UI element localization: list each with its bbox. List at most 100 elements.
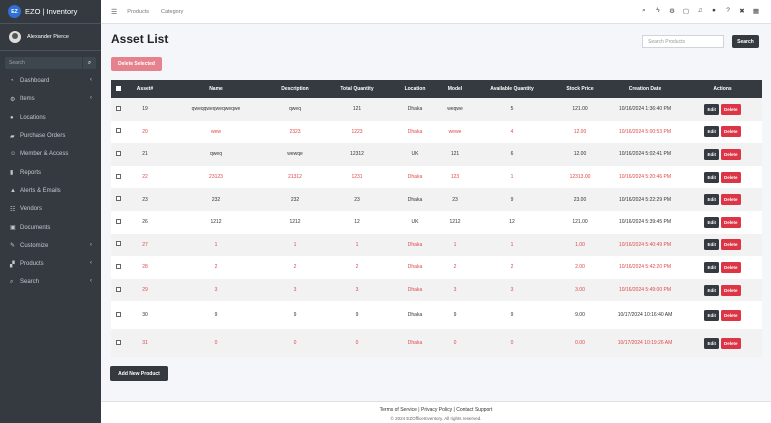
column-header[interactable]: Model — [439, 80, 471, 98]
theme-toggle-icon[interactable]: ● — [707, 7, 721, 15]
column-header[interactable]: Asset# — [125, 80, 165, 98]
row-select-cell — [111, 278, 125, 302]
column-header[interactable]: Total Quantity — [323, 80, 391, 98]
delete-selected-button[interactable]: Delete Selected — [111, 57, 162, 71]
row-checkbox[interactable] — [115, 173, 121, 179]
column-header[interactable]: Location — [391, 80, 439, 98]
row-checkbox[interactable] — [115, 339, 121, 345]
delete-button[interactable]: Delete — [720, 216, 741, 228]
sidebar-item-alerts-emails[interactable]: ▲ Alerts & Emails — [0, 182, 101, 200]
edit-button[interactable]: Edit — [704, 216, 719, 228]
cell-creation-date: 10/17/2024 10:19:26 AM — [607, 329, 683, 358]
row-checkbox[interactable] — [115, 128, 121, 134]
edit-button[interactable]: Edit — [704, 239, 719, 251]
sidebar-search: Search ⌕ — [5, 57, 96, 69]
privacy-link[interactable]: Privacy Policy — [421, 407, 452, 413]
sidebar-item-search[interactable]: ⌕ Search ‹ — [0, 273, 101, 291]
delete-button[interactable]: Delete — [720, 171, 741, 183]
cell-stock-price: 12.00 — [553, 120, 607, 144]
edit-button[interactable]: Edit — [704, 103, 719, 115]
add-new-product-button[interactable]: Add New Product — [110, 366, 168, 381]
edit-button[interactable]: Edit — [704, 171, 719, 183]
terms-link[interactable]: Terms of Service — [380, 407, 417, 413]
help-icon[interactable]: ? — [721, 7, 735, 15]
cell-model: weqwe — [439, 98, 471, 121]
cell-description: 1212 — [267, 210, 323, 234]
sidebar-search-button[interactable]: ⌕ — [82, 57, 96, 69]
search-icon[interactable]: ⌕ — [637, 7, 651, 15]
brand[interactable]: EZ EZO | Inventory — [0, 0, 101, 24]
cell-description: qweq — [267, 98, 323, 121]
column-header[interactable]: Stock Price — [553, 80, 607, 98]
grid-icon[interactable]: ▦ — [749, 7, 763, 15]
cell-name: 1212 — [165, 210, 267, 234]
delete-button[interactable]: Delete — [720, 126, 741, 138]
column-header[interactable]: Name — [165, 80, 267, 98]
delete-button[interactable]: Delete — [720, 284, 741, 296]
cell-location: Dhaka — [391, 301, 439, 330]
edit-button[interactable]: Edit — [704, 284, 719, 296]
chevron-left-icon: ‹ — [90, 95, 92, 102]
sidebar-item-locations[interactable]: ● Locations — [0, 109, 101, 127]
sidebar-item-reports[interactable]: ▮ Reports — [0, 163, 101, 181]
user-panel[interactable]: Alexander Pierce — [0, 24, 101, 51]
product-search-input[interactable]: Search Products — [642, 35, 724, 48]
tools-icon[interactable]: ✖ — [735, 7, 749, 15]
row-checkbox[interactable] — [115, 218, 121, 224]
sidebar-item-documents[interactable]: ▣ Documents — [0, 218, 101, 236]
sidebar-item-customize[interactable]: ✎ Customize ‹ — [0, 237, 101, 255]
sidebar-item-dashboard[interactable]: ◔ Dashboard ‹ — [0, 72, 101, 90]
chevron-left-icon: ‹ — [90, 278, 92, 285]
edit-button[interactable]: Edit — [704, 126, 719, 138]
topbar-link-products[interactable]: Products — [127, 9, 149, 15]
row-checkbox[interactable] — [115, 311, 121, 317]
sidebar-item-purchase-orders[interactable]: ▰ Purchase Orders — [0, 127, 101, 145]
topbar-icons: ⌕ ϟ ⚙ ▢ ♫ ● ? ✖ ▦ — [637, 7, 763, 15]
sidebar-item-vendors[interactable]: ☷ Vendors — [0, 200, 101, 218]
items-icon: ⚙ — [10, 96, 16, 103]
cell-creation-date: 10/16/2024 5:00:53 PM — [607, 120, 683, 144]
sidebar-item-member-access[interactable]: ☺ Member & Access — [0, 145, 101, 163]
edit-button[interactable]: Edit — [704, 261, 719, 273]
bolt-icon[interactable]: ϟ — [651, 7, 665, 15]
sidebar-search-input[interactable]: Search — [5, 57, 82, 69]
chevron-left-icon: ‹ — [90, 241, 92, 248]
edit-button[interactable]: Edit — [704, 309, 719, 321]
product-search-button[interactable]: Search — [732, 35, 759, 48]
row-checkbox[interactable] — [115, 196, 121, 202]
delete-button[interactable]: Delete — [720, 239, 741, 251]
select-all-checkbox[interactable] — [115, 85, 121, 91]
edit-button[interactable]: Edit — [704, 148, 719, 160]
delete-button[interactable]: Delete — [720, 309, 741, 321]
cell-total-quantity: 12312 — [323, 143, 391, 166]
row-checkbox[interactable] — [115, 241, 121, 247]
settings-icon[interactable]: ⚙ — [665, 7, 679, 15]
cell-location: Dhaka — [391, 329, 439, 358]
column-header[interactable]: Description — [267, 80, 323, 98]
delete-button[interactable]: Delete — [720, 148, 741, 160]
cell-model: 9 — [439, 301, 471, 330]
menu-toggle-icon[interactable]: ☰ — [111, 8, 117, 16]
topbar-link-category[interactable]: Category — [161, 9, 183, 15]
cell-available-quantity: 12 — [471, 210, 553, 234]
table-row: 31 0 0 0 Dhaka 0 0 0.00 10/17/2024 10:19:26 AM Ed… — [111, 329, 762, 358]
contact-support-link[interactable]: Contact Support — [456, 407, 492, 413]
members-icon: ☺ — [10, 151, 17, 158]
delete-button[interactable]: Delete — [720, 194, 741, 206]
delete-button[interactable]: Delete — [720, 103, 741, 115]
cell-actions: Edit Delete — [683, 98, 762, 121]
delete-button[interactable]: Delete — [720, 337, 741, 349]
sidebar-item-products[interactable]: ▞ Products ‹ — [0, 255, 101, 273]
row-checkbox[interactable] — [115, 263, 121, 269]
row-checkbox[interactable] — [115, 286, 121, 292]
sidebar-item-items[interactable]: ⚙ Items ‹ — [0, 90, 101, 108]
calendar-icon[interactable]: ▢ — [679, 7, 693, 15]
column-header[interactable]: Available Quantity — [471, 80, 553, 98]
row-checkbox[interactable] — [115, 150, 121, 156]
bell-icon[interactable]: ♫ — [693, 7, 707, 15]
delete-button[interactable]: Delete — [720, 261, 741, 273]
edit-button[interactable]: Edit — [704, 337, 719, 349]
edit-button[interactable]: Edit — [704, 194, 719, 206]
column-header[interactable]: Creation Date — [607, 80, 683, 98]
row-checkbox[interactable] — [115, 105, 121, 111]
